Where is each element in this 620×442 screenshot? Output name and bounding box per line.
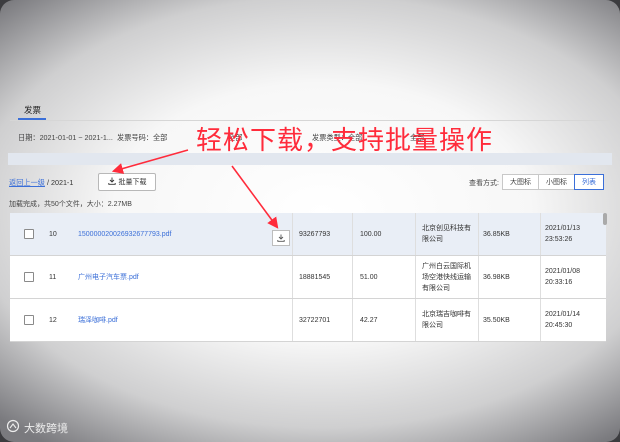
view-list[interactable]: 列表	[574, 174, 604, 190]
promo-annotation: 轻松下载，支持批量操作	[196, 126, 494, 156]
watermark-text: 大数跨境	[24, 422, 68, 435]
app-window: 发票 日期：2021-01-01 ~ 2021-1... 发票号码：全部 全部 …	[0, 0, 620, 442]
annotation-arrows	[111, 149, 279, 229]
watermark: 大数跨境	[6, 419, 68, 436]
arrow-to-download-icon	[231, 165, 279, 229]
arrow-to-batch-download	[111, 149, 189, 174]
watermark-logo-icon	[6, 419, 20, 436]
